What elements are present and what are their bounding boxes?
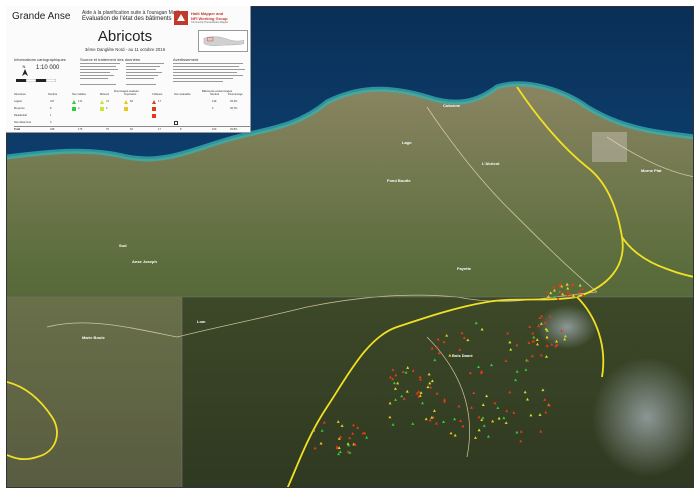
- row-value: 52: [130, 100, 133, 103]
- total-label: Total: [14, 128, 21, 131]
- legend-symbol-important: [124, 107, 128, 111]
- row-label: Non déterminé: [14, 121, 32, 124]
- row-count: 8: [50, 107, 52, 110]
- notice-text-block: [173, 63, 245, 82]
- legend-symbol-unassessed: [174, 121, 178, 125]
- logo-icon: [174, 11, 188, 25]
- row-value: 149: [212, 100, 217, 103]
- col-header: Non évaluable: [174, 93, 191, 96]
- row-value: 17: [158, 100, 161, 103]
- col-header: Nombre: [48, 93, 58, 96]
- total-value: 45,8%: [230, 128, 238, 131]
- total-divider: [14, 126, 250, 127]
- row-value: 45,4%: [230, 100, 238, 103]
- place-label: Bois Damé: [452, 353, 473, 358]
- row-label: Légère: [14, 100, 23, 103]
- place-label: Fayette: [457, 266, 472, 271]
- row-label: Résidentiel: [14, 114, 27, 117]
- row-count: 317: [50, 100, 55, 103]
- place-label: Cokonne: [443, 103, 461, 108]
- legend-symbol-critical: [152, 99, 156, 104]
- organization-logo: Haiti Mapper and NFI Working Group Commu…: [172, 8, 250, 30]
- row-value: 74: [106, 100, 109, 103]
- subtitle: 3ème Dangléte Nord - au 11 octobre 2016: [84, 47, 166, 52]
- col-header: Mineurs: [100, 93, 110, 96]
- legend-symbol-critical: [152, 114, 156, 118]
- region-title: Grande Anse: [12, 11, 71, 22]
- col-header: Importants: [124, 93, 137, 96]
- section-cartographic: Informations cartographiques: [14, 57, 66, 62]
- place-label: Fond Boutte: [387, 178, 411, 183]
- row-count: 1: [50, 114, 52, 117]
- place-label: Morne Plat: [641, 168, 662, 173]
- total-count: 328: [50, 128, 55, 131]
- legend-symbol-minor: [100, 99, 104, 104]
- place-label: Marie Boule: [82, 335, 105, 340]
- place-label: Lago: [402, 140, 412, 145]
- town-area: [592, 132, 627, 162]
- left-inset-area: [7, 297, 182, 487]
- source-text-block: [80, 63, 164, 85]
- legend-symbol-non-visible: [72, 107, 76, 111]
- locator-map: [198, 30, 248, 52]
- info-panel: Grande Anse Aide à la planification suit…: [6, 6, 251, 133]
- row-value: 2: [106, 107, 108, 110]
- row-label: Moyenne: [14, 107, 25, 110]
- row-count: 3: [50, 121, 52, 124]
- scale-bar: [16, 79, 56, 82]
- place-label: Sud: [119, 243, 127, 248]
- total-value: 17: [158, 128, 161, 131]
- col-header: Structures: [14, 93, 26, 96]
- row-value: 4: [78, 107, 80, 110]
- place-label: Anse Joseph: [132, 259, 157, 264]
- logo-tagline: Community Humanitarian Mapper: [191, 21, 229, 24]
- total-value: 8: [180, 128, 182, 131]
- row-value: 2: [212, 107, 214, 110]
- main-title: Abricots: [97, 28, 153, 45]
- col-header: Nombre: [210, 93, 220, 96]
- col-header: Non visibles: [72, 93, 86, 96]
- aid-line-2: Evaluation de l'état des bâtiments: [82, 16, 172, 22]
- scale-ratio: 1:10 000: [36, 65, 60, 71]
- total-value: 160: [212, 128, 217, 131]
- total-value: 52: [130, 128, 133, 131]
- row-value: 36,7%: [230, 107, 238, 110]
- legend-symbol-non-visible: [72, 99, 76, 104]
- place-label: L'Abricot: [482, 161, 500, 166]
- col-header: Pourcentage: [228, 93, 243, 96]
- legend-symbol-important: [124, 99, 128, 104]
- col-header: Critiques: [152, 93, 163, 96]
- legend-symbol-minor: [100, 107, 104, 111]
- legend-symbol-critical: [152, 107, 156, 111]
- row-value: 171: [78, 100, 83, 103]
- north-label: N: [23, 64, 26, 69]
- total-value: 175: [78, 128, 83, 131]
- north-arrow-icon: N: [20, 63, 30, 76]
- place-label: Lom: [197, 319, 206, 324]
- total-value: 76: [106, 128, 109, 131]
